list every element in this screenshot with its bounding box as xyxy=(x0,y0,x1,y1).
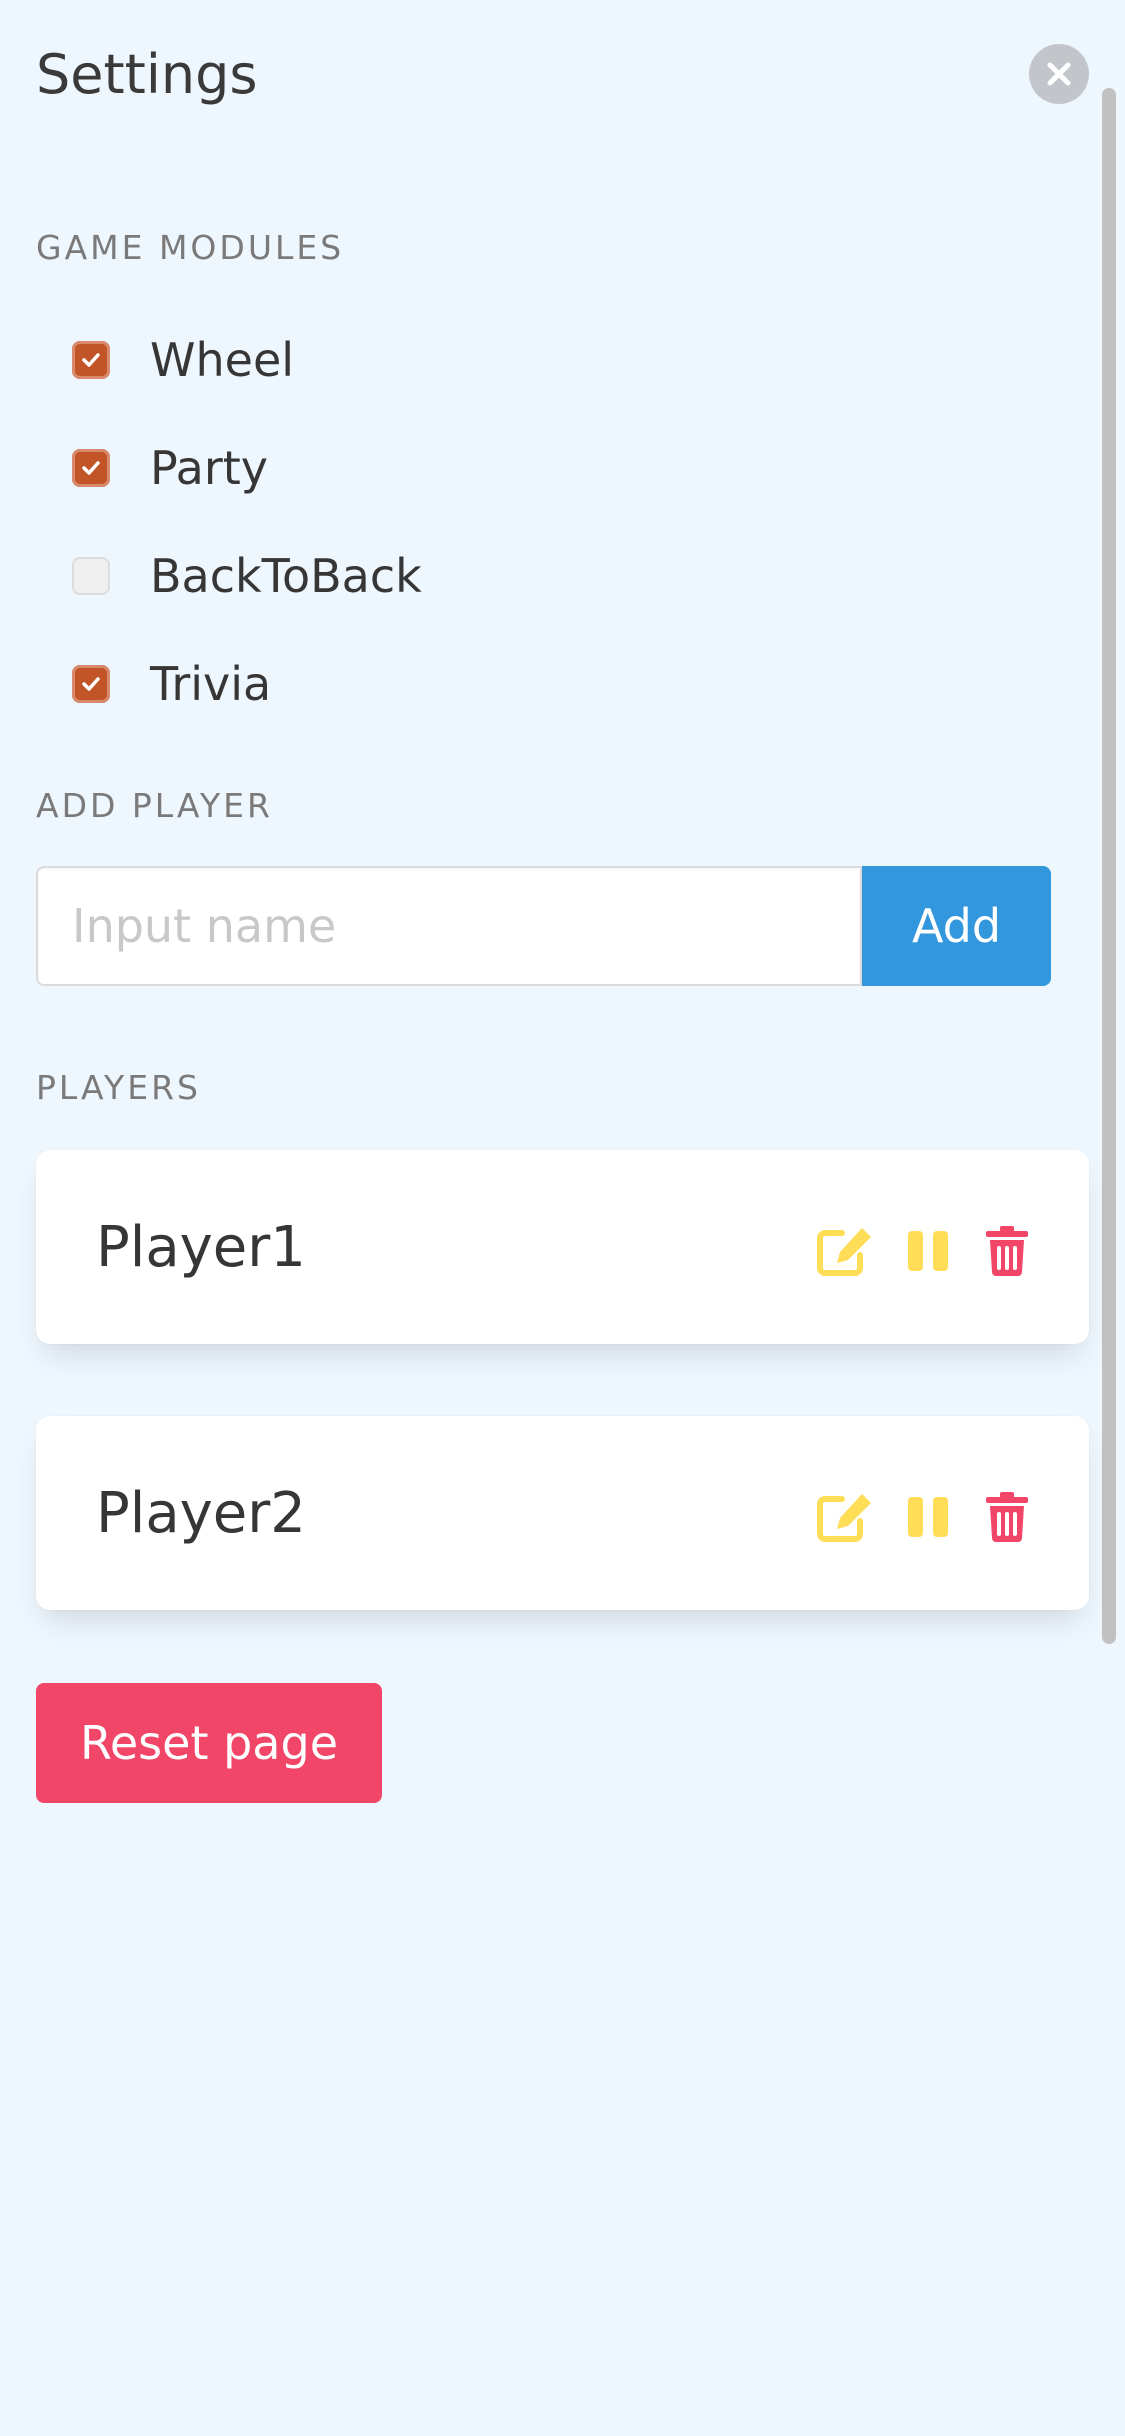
edit-player-button[interactable] xyxy=(815,1491,875,1543)
module-item-wheel[interactable]: Wheel xyxy=(72,328,294,392)
close-button[interactable] xyxy=(1029,44,1089,104)
page-title: Settings xyxy=(36,43,258,106)
player-name-field xyxy=(36,866,862,986)
pause-player-button[interactable] xyxy=(898,1491,958,1543)
reset-page-button[interactable]: Reset page xyxy=(36,1683,382,1803)
delete-player-button[interactable] xyxy=(977,1491,1037,1543)
edit-player-button[interactable] xyxy=(815,1225,875,1277)
close-icon xyxy=(1047,62,1071,86)
module-label: Party xyxy=(150,441,269,495)
wheel-checkbox[interactable] xyxy=(72,341,110,379)
add-player-heading: ADD PLAYER xyxy=(36,786,273,825)
add-player-button[interactable]: Add xyxy=(862,866,1051,986)
trash-icon xyxy=(986,1492,1028,1542)
pause-icon xyxy=(908,1497,948,1537)
module-item-trivia[interactable]: Trivia xyxy=(72,652,271,716)
pause-icon xyxy=(908,1231,948,1271)
player-card: Player1 xyxy=(36,1150,1089,1344)
backtoback-checkbox[interactable] xyxy=(72,557,110,595)
module-item-backtoback[interactable]: BackToBack xyxy=(72,544,422,608)
module-item-party[interactable]: Party xyxy=(72,436,268,500)
module-label: Trivia xyxy=(150,657,272,711)
trivia-checkbox[interactable] xyxy=(72,665,110,703)
module-label: BackToBack xyxy=(150,549,422,603)
player-card: Player2 xyxy=(36,1416,1089,1610)
player-name: Player1 xyxy=(96,1214,306,1280)
edit-icon xyxy=(817,1494,871,1542)
checkmark-icon xyxy=(82,677,100,691)
pause-player-button[interactable] xyxy=(898,1225,958,1277)
game-modules-heading: GAME MODULES xyxy=(36,228,345,267)
player-name: Player2 xyxy=(96,1480,306,1546)
player-name-input[interactable] xyxy=(38,868,860,984)
delete-player-button[interactable] xyxy=(977,1225,1037,1277)
checkmark-icon xyxy=(82,353,100,367)
module-label: Wheel xyxy=(150,333,295,387)
trash-icon xyxy=(986,1226,1028,1276)
party-checkbox[interactable] xyxy=(72,449,110,487)
scrollbar[interactable] xyxy=(1102,88,1116,1644)
players-heading: PLAYERS xyxy=(36,1068,201,1107)
edit-icon xyxy=(817,1228,871,1276)
checkmark-icon xyxy=(82,461,100,475)
